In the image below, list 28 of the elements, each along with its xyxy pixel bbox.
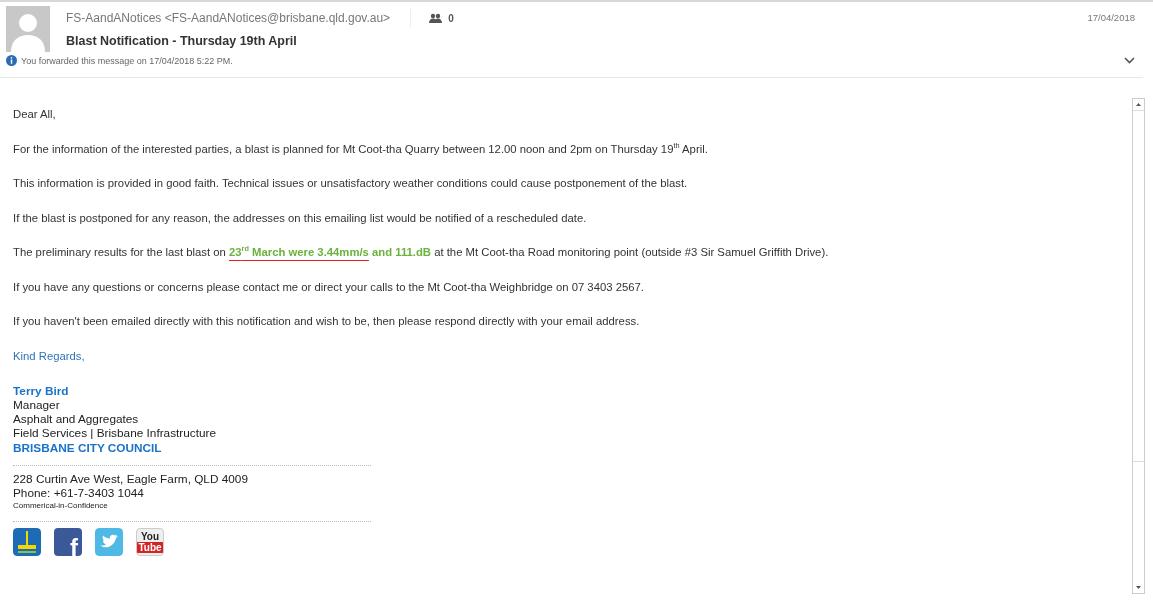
phone-number: Phone: +61-7-3403 1044 — [13, 486, 145, 501]
confidentiality-note: Commerical-in-Confidence — [13, 500, 109, 511]
email-date: 17/04/2018 — [1087, 12, 1135, 23]
paragraph: This information is provided in good faith. Technical issues or unsatisfactory weather conditions could cause postponement of the blast. — [13, 177, 689, 190]
paragraph: If you have any questions or concerns please contact me or direct your calls to the Mt Coot-tha Weighbridge on 07 3403 2567. — [13, 280, 645, 294]
email-subject: Blast Notification - Thursday 19th April — [66, 34, 298, 48]
signature-line: Field Services | Brisbane Infrastructure — [13, 426, 218, 441]
greeting: Dear All, — [13, 108, 57, 121]
council-logo-icon[interactable] — [13, 527, 41, 556]
paragraph: For the information of the interested parties, a blast is planned for Mt Coot-tha Quarry between 12.00 noon and 2pm on Thursday 19$^{th}$ April. — [13, 142, 709, 156]
address: 228 Curtin Ave West, Eagle Farm, QLD 4009 — [13, 472, 249, 487]
sender-address: FS-AandANotices <FS-AandANotices@brisbane.qld.gov.au> — [66, 11, 391, 25]
chevron-down-icon[interactable] — [1124, 57, 1135, 64]
facebook-icon[interactable]: f — [54, 527, 82, 556]
scrollbar[interactable] — [1132, 98, 1145, 594]
organisation-name: BRISBANE CITY COUNCIL — [13, 440, 163, 455]
paragraph: If you haven't been emailed directly with this notification and wish to be, then please respond directly with your email address. — [13, 315, 641, 328]
youtube-icon[interactable]: You Tube — [136, 527, 164, 556]
closing-line: Kind Regards, — [13, 349, 86, 362]
signature-line: Asphalt and Aggregates — [13, 412, 140, 427]
signature-name: Terry Bird — [13, 383, 70, 398]
paragraph: If the blast is postponed for any reason, the addresses on this emailing list would be notified of a rescheduled date. — [13, 211, 588, 225]
avatar-icon — [6, 6, 50, 52]
signature-line: Manager — [13, 397, 61, 413]
info-icon — [6, 55, 17, 66]
paragraph: The preliminary results for the last blast on 23$^{rd}$ March were 3.44mm/s and 111.dB at the Mt Coot-tha Road monitoring point (outside #3 Sir Samuel Griffith Drive). — [13, 246, 830, 259]
forwarded-notice: You forwarded this message on 17/04/2018 5:22 PM. — [21, 55, 233, 66]
people-count[interactable]: 0 — [429, 12, 454, 24]
